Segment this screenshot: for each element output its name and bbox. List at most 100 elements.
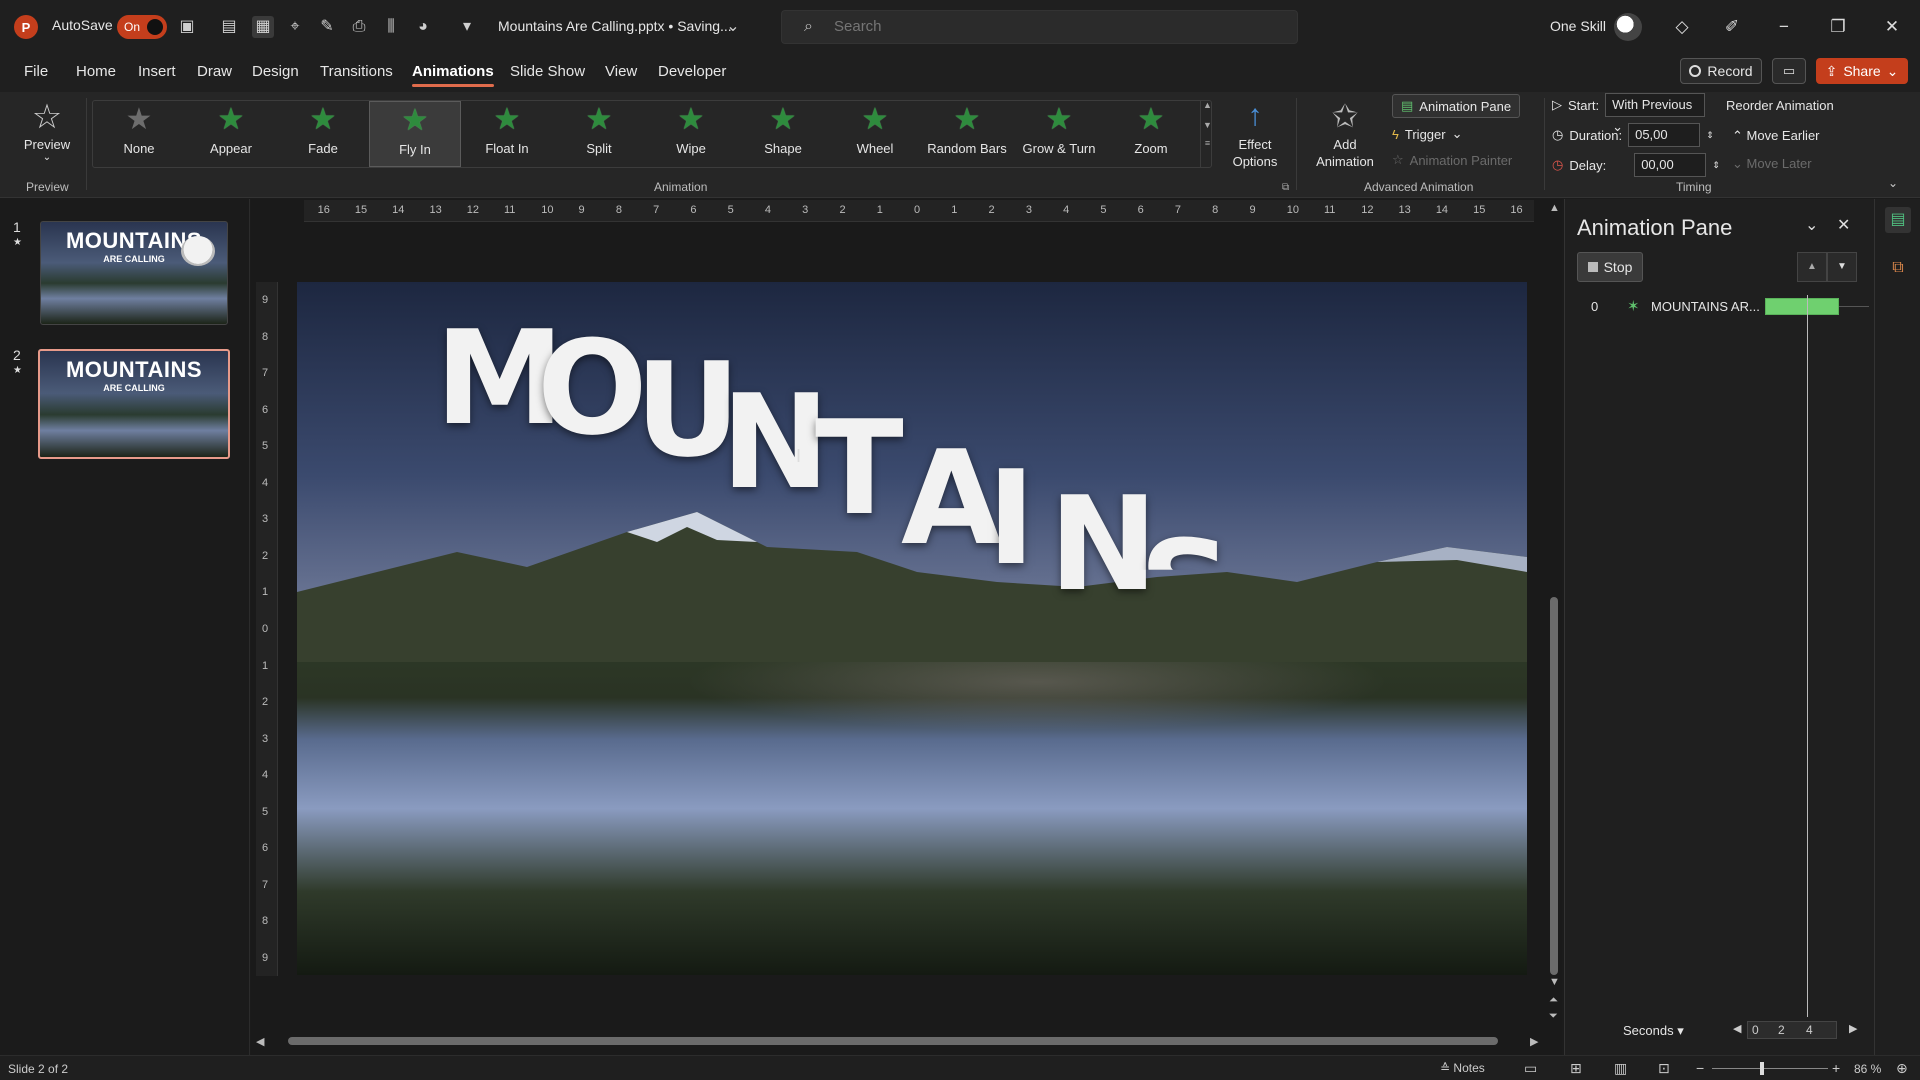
anim-shape[interactable]: ★ Shape [737, 101, 829, 167]
tab-draw[interactable]: Draw [197, 63, 232, 80]
anim-fade[interactable]: ★ Fade [277, 101, 369, 167]
designer-pen-icon[interactable]: ✐ [1718, 14, 1746, 40]
restore-icon[interactable]: ❐ [1824, 14, 1852, 40]
tab-slide-show[interactable]: Slide Show [510, 63, 585, 80]
share-button[interactable]: ⇪ Share ⌄ [1816, 58, 1908, 84]
zoom-slider-thumb[interactable] [1760, 1062, 1764, 1075]
stop-button[interactable]: Stop [1577, 252, 1643, 282]
delay-input[interactable]: 00,00 [1634, 153, 1707, 177]
anim-float-in[interactable]: ★ Float In [461, 101, 553, 167]
scroll-right-icon[interactable]: ▶ [1530, 1035, 1538, 1048]
zoom-slider[interactable] [1712, 1068, 1828, 1069]
tab-insert[interactable]: Insert [138, 63, 176, 80]
align-icon[interactable]: ⫼ [380, 16, 402, 38]
gallery-more-icon[interactable]: ≡ [1201, 138, 1214, 148]
horizontal-scrollbar[interactable]: ◀ ▶ [256, 1033, 1546, 1049]
animation-item[interactable]: 0 ✶ MOUNTAINS AR... [1577, 295, 1869, 319]
slide-thumbnail-1[interactable]: MOUNTAINS ARE CALLING [40, 221, 228, 325]
pen-icon[interactable]: ✎ [316, 16, 338, 38]
close-icon[interactable]: ✕ [1837, 215, 1850, 235]
animation-pane-icon[interactable]: ▤ [1885, 207, 1911, 233]
scale-left-icon[interactable]: ◀ [1733, 1022, 1741, 1035]
anim-wheel[interactable]: ★ Wheel [829, 101, 921, 167]
document-title[interactable]: Mountains Are Calling.pptx • Saving... [498, 18, 732, 34]
zoom-in-icon[interactable]: + [1832, 1060, 1840, 1076]
chevron-down-icon[interactable]: ⌄ [722, 16, 744, 38]
scroll-thumb[interactable] [288, 1037, 1498, 1045]
record-button[interactable]: Record [1680, 58, 1762, 84]
scroll-up-icon[interactable]: ▲ [1549, 202, 1560, 214]
scroll-down-icon[interactable]: ▼ [1201, 120, 1214, 130]
print-icon[interactable]: ⎙ [348, 16, 370, 38]
move-later-button[interactable]: ⌄ Move Later [1732, 156, 1812, 172]
tab-design[interactable]: Design [252, 63, 299, 80]
scroll-down-icon[interactable]: ▼ [1549, 976, 1560, 988]
close-icon[interactable]: ✕ [1878, 14, 1906, 40]
anim-zoom[interactable]: ★ Zoom [1105, 101, 1197, 167]
tab-view[interactable]: View [605, 63, 637, 80]
tab-home[interactable]: Home [76, 63, 116, 80]
tab-file[interactable]: File [24, 63, 48, 80]
effect-options-button[interactable]: ↑ Effect Options [1220, 96, 1290, 170]
search-box[interactable]: ⌕ [781, 10, 1298, 44]
zoom-out-icon[interactable]: − [1696, 1060, 1704, 1076]
comment-button[interactable]: ▭ [1772, 58, 1806, 84]
previous-slide-icon[interactable]: ⏶ [1549, 994, 1558, 1007]
diamond-icon[interactable]: ◇ [1668, 14, 1696, 40]
slide-sorter-icon[interactable]: ⊞ [1570, 1060, 1582, 1077]
normal-view-icon[interactable]: ▦ [252, 16, 274, 38]
reading-view-icon[interactable]: ▥ [1614, 1060, 1627, 1077]
gallery-scroll[interactable]: ▲ ▼ ≡ [1200, 100, 1214, 168]
anim-none[interactable]: ★ None [93, 101, 185, 167]
anim-random-bars[interactable]: ★ Random Bars [921, 101, 1013, 167]
shape-fill-icon[interactable]: ◕ [412, 16, 434, 38]
anim-appear[interactable]: ★ Appear [185, 101, 277, 167]
start-select[interactable]: With Previous ⌄ [1605, 93, 1706, 134]
anim-wipe[interactable]: ★ Wipe [645, 101, 737, 167]
notes-button[interactable]: ≙ Notes [1440, 1061, 1485, 1075]
add-animation-button[interactable]: ✩ Add Animation [1304, 96, 1386, 170]
minimize-icon[interactable]: − [1770, 14, 1798, 40]
tab-animations[interactable]: Animations [412, 63, 494, 87]
animation-pane-button[interactable]: ▤ Animation Pane [1392, 94, 1521, 118]
slide-canvas[interactable]: M O U N T A I N S [297, 282, 1527, 975]
scroll-thumb[interactable] [1550, 597, 1558, 975]
slideshow-icon[interactable]: ⊡ [1658, 1060, 1670, 1077]
search-input[interactable] [834, 18, 1234, 35]
slide-thumbnail-2[interactable]: MOUNTAINS ARE CALLING [38, 349, 230, 459]
anim-fly-in[interactable]: ★ Fly In [369, 101, 461, 167]
stepper-icon[interactable]: ⇕ [1712, 160, 1720, 171]
scale-right-icon[interactable]: ▶ [1849, 1022, 1857, 1035]
fit-to-window-icon[interactable]: ⊕ [1896, 1060, 1908, 1077]
scroll-up-icon[interactable]: ▲ [1201, 100, 1214, 110]
tab-developer[interactable]: Developer [658, 63, 726, 80]
tab-transitions[interactable]: Transitions [320, 63, 393, 80]
anim-split[interactable]: ★ Split [553, 101, 645, 167]
autosave-toggle[interactable]: On [117, 15, 167, 39]
chevron-down-icon[interactable]: ⌄ [1805, 215, 1818, 235]
slide-title-mountains[interactable]: M O U N T A I N S [297, 282, 1527, 975]
move-down-button[interactable]: ▼ [1827, 252, 1857, 282]
present-icon[interactable]: ⌖ [284, 16, 306, 38]
preview-button[interactable]: ☆ Preview ⌄ [14, 97, 80, 177]
customize-toolbar-icon[interactable]: ▾ [456, 16, 478, 38]
next-slide-icon[interactable]: ⏷ [1549, 1010, 1558, 1023]
seconds-dropdown[interactable]: Seconds ▾ [1623, 1023, 1684, 1039]
vertical-scrollbar[interactable]: ▲ ▼ ⏶ ⏷ [1546, 200, 1562, 1040]
anim-grow-turn[interactable]: ★ Grow & Turn [1013, 101, 1105, 167]
save-icon[interactable]: ▣ [176, 16, 198, 38]
scroll-left-icon[interactable]: ◀ [256, 1035, 264, 1048]
selection-pane-icon[interactable]: ⧉ [1885, 255, 1911, 281]
move-up-button[interactable]: ▲ [1797, 252, 1827, 282]
duration-input[interactable]: 05,00 [1628, 123, 1701, 147]
dialog-launcher-icon[interactable]: ⧉ [1282, 182, 1289, 193]
trigger-button[interactable]: ϟ Trigger ⌄ [1392, 122, 1463, 146]
zoom-level[interactable]: 86 % [1854, 1062, 1881, 1076]
animation-painter-button[interactable]: ☆ Animation Painter [1392, 148, 1512, 172]
collapse-ribbon-icon[interactable]: ⌄ [1888, 176, 1898, 190]
timeline-bar[interactable] [1765, 298, 1839, 315]
stepper-icon[interactable]: ⇕ [1706, 130, 1714, 141]
move-earlier-button[interactable]: ⌃ Move Earlier [1732, 128, 1820, 144]
normal-view-icon[interactable]: ▭ [1524, 1060, 1537, 1077]
user-name[interactable]: One Skill [1550, 18, 1606, 34]
